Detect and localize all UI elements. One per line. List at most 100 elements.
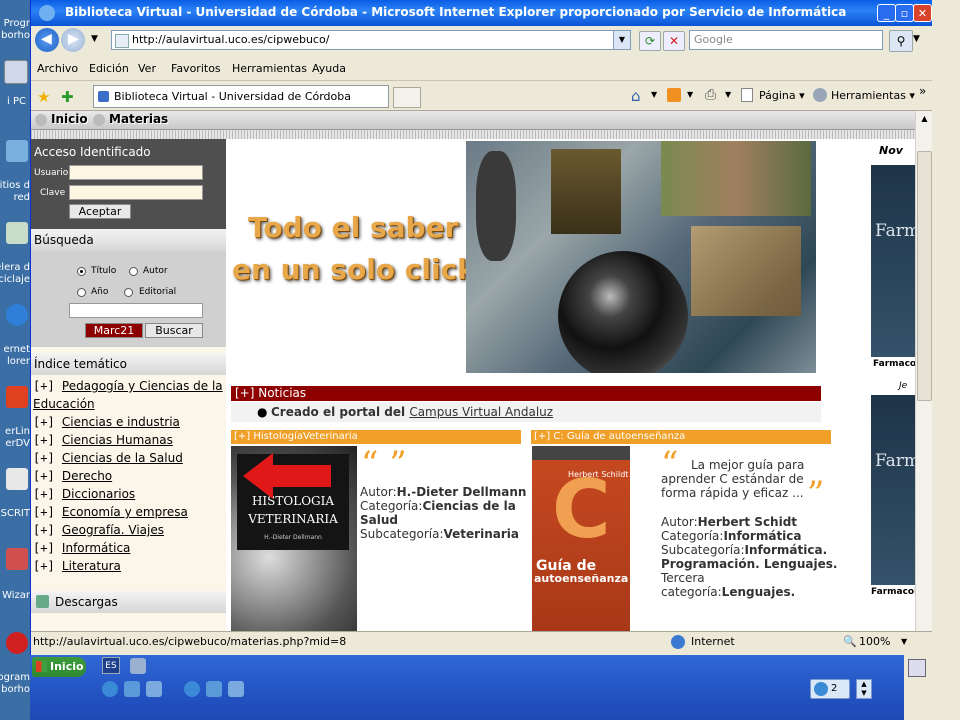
quicklaunch-outlook-icon-2[interactable]: [206, 681, 222, 697]
print-icon[interactable]: ⎙: [705, 87, 716, 103]
zoom-dropdown-icon[interactable]: ▼: [901, 637, 907, 646]
marc21-button[interactable]: Marc21: [85, 323, 143, 338]
desktop-icon-programs[interactable]: Progr borho: [0, 2, 30, 42]
search-query-input[interactable]: [69, 303, 203, 318]
search-title: Búsqueda: [31, 229, 226, 251]
search-input[interactable]: Google: [689, 30, 883, 50]
index-item-ciencias-salud[interactable]: [+] Ciencias de la Salud: [33, 451, 183, 465]
close-button[interactable]: ✕: [913, 4, 932, 22]
index-item-diccionarios[interactable]: [+] Diccionarios: [33, 487, 135, 501]
quicklaunch-desktop-icon[interactable]: [146, 681, 162, 697]
quicklaunch-desktop-icon-2[interactable]: [228, 681, 244, 697]
more-commands-button[interactable]: »: [919, 84, 926, 98]
index-item-pedagogia-cont[interactable]: Educación: [33, 397, 95, 411]
browser-window: Biblioteca Virtual - Universidad de Córd…: [30, 0, 934, 655]
menu-archivo[interactable]: Archivo: [37, 62, 78, 75]
right-book-cover-2[interactable]: Farm: [871, 395, 915, 585]
stop-icon[interactable]: ✕: [663, 31, 685, 51]
news-header[interactable]: [+] Noticias: [231, 386, 821, 401]
feeds-icon[interactable]: [667, 88, 681, 102]
card-histologia-header[interactable]: [+] HistologíaVeterinaria: [231, 430, 521, 444]
menu-herramientas[interactable]: Herramientas: [232, 62, 307, 75]
forward-button[interactable]: ▶: [61, 28, 85, 52]
favorites-star-icon[interactable]: ★: [37, 88, 50, 106]
desktop-icon-my-pc[interactable]: i PC: [0, 60, 30, 108]
address-dropdown-icon[interactable]: ▼: [613, 31, 630, 49]
quicklaunch-ie-icon[interactable]: [102, 681, 118, 697]
index-item-derecho[interactable]: [+] Derecho: [33, 469, 112, 483]
radio-ano-label: Año: [91, 287, 109, 297]
search-submit-button[interactable]: Buscar: [145, 323, 203, 338]
tab-favicon-icon: [98, 91, 109, 102]
zoom-level[interactable]: 100%: [859, 635, 890, 648]
internet-explorer-icon: [6, 304, 28, 326]
keyboard-icon[interactable]: [130, 658, 146, 674]
scroll-up-icon[interactable]: ▲: [917, 111, 932, 127]
nav-materias[interactable]: Materias: [109, 112, 168, 126]
right-book-cover-1[interactable]: Farm: [871, 165, 915, 357]
language-indicator[interactable]: ES: [102, 657, 120, 674]
taskbar-ie-group[interactable]: 2: [810, 679, 850, 699]
desktop-icon-internet-explorer[interactable]: ernet lorer: [0, 304, 30, 368]
desktop-icon-wizard[interactable]: Wizar: [0, 548, 30, 600]
index-item-ciencias-industria[interactable]: [+] Ciencias e industria: [33, 415, 180, 429]
tab-biblioteca-virtual[interactable]: Biblioteca Virtual - Universidad de Córd…: [93, 85, 389, 108]
feeds-dropdown-icon[interactable]: ▼: [687, 90, 693, 99]
nav-inicio[interactable]: Inicio: [51, 112, 88, 126]
downloads-title[interactable]: Descargas: [31, 591, 226, 613]
desktop-icon-script[interactable]: SCRIT: [0, 468, 30, 520]
news-link[interactable]: Campus Virtual Andaluz: [409, 405, 553, 419]
back-button[interactable]: ◀: [35, 28, 59, 52]
radio-editorial-label: Editorial: [139, 287, 177, 297]
taskbar-scroll-buttons[interactable]: ▲ ▼: [856, 679, 872, 699]
refresh-icon[interactable]: ⟳: [639, 31, 661, 51]
quicklaunch-ie-icon-2[interactable]: [184, 681, 200, 697]
print-dropdown-icon[interactable]: ▼: [725, 90, 731, 99]
start-button[interactable]: Inicio: [32, 657, 86, 677]
tools-menu[interactable]: Herramientas ▾: [831, 89, 915, 102]
address-input[interactable]: http://aulavirtual.uco.es/cipwebuco/ ▼: [111, 30, 631, 50]
menu-ver[interactable]: Ver: [138, 62, 156, 75]
radio-editorial[interactable]: [124, 288, 133, 297]
title-bar[interactable]: Biblioteca Virtual - Universidad de Córd…: [31, 0, 933, 26]
menu-edicion[interactable]: Edición: [89, 62, 129, 75]
add-favorite-icon[interactable]: ✚: [61, 88, 74, 106]
index-item-literatura[interactable]: [+] Literatura: [33, 559, 121, 573]
vertical-scroll-thumb[interactable]: [917, 151, 932, 401]
user-input[interactable]: [69, 165, 203, 180]
minimize-button[interactable]: _: [877, 4, 896, 22]
home-dropdown-icon[interactable]: ▼: [651, 90, 657, 99]
radio-titulo[interactable]: [77, 267, 86, 276]
tray-app-icon[interactable]: [908, 659, 926, 677]
new-tab-button[interactable]: [393, 87, 421, 108]
maximize-button[interactable]: ▫: [895, 4, 914, 22]
index-item-geografia[interactable]: [+] Geografía. Viajes: [33, 523, 164, 537]
card-c-guide-header[interactable]: [+] C: Guía de autoenseñanza: [531, 430, 831, 444]
search-icon[interactable]: ⚲: [889, 30, 913, 52]
desktop-icon-network[interactable]: sitios d red: [0, 140, 30, 204]
radio-autor[interactable]: [129, 267, 138, 276]
login-submit-button[interactable]: Aceptar: [69, 204, 131, 219]
index-item-pedagogia[interactable]: [+] Pedagogía y Ciencias de la: [33, 379, 223, 393]
vertical-scrollbar[interactable]: ▲: [915, 111, 933, 631]
program-icon: [6, 632, 28, 654]
index-item-economia[interactable]: [+] Economía y empresa: [33, 505, 188, 519]
desktop-icon-programs-2[interactable]: ogram borho: [0, 632, 30, 698]
menu-favoritos[interactable]: Favoritos: [171, 62, 221, 75]
page-menu[interactable]: Página ▾: [759, 89, 805, 102]
index-item-ciencias-humanas[interactable]: [+] Ciencias Humanas: [33, 433, 173, 447]
login-title: Acceso Identificado: [34, 145, 151, 159]
radio-ano[interactable]: [77, 288, 86, 297]
quicklaunch-outlook-icon[interactable]: [124, 681, 140, 697]
home-icon[interactable]: ⌂: [631, 87, 641, 105]
index-item-informatica[interactable]: [+] Informática: [33, 541, 130, 555]
password-input[interactable]: [69, 185, 203, 200]
card-c-guide-cover[interactable]: Herbert Schildt C Guía de autoenseñanza: [532, 446, 630, 631]
status-bar: http://aulavirtual.uco.es/cipwebuco/mate…: [31, 631, 933, 652]
desktop-icon-recycle-bin[interactable]: elera d iciclaje: [0, 222, 30, 286]
history-dropdown-icon[interactable]: ▼: [91, 34, 98, 44]
menu-ayuda[interactable]: Ayuda: [312, 62, 346, 75]
desktop-icon-powerdvd[interactable]: erLin erDV: [0, 386, 30, 450]
banner-line-2: en un solo click: [232, 253, 476, 286]
search-options-icon[interactable]: ▼: [913, 34, 920, 44]
